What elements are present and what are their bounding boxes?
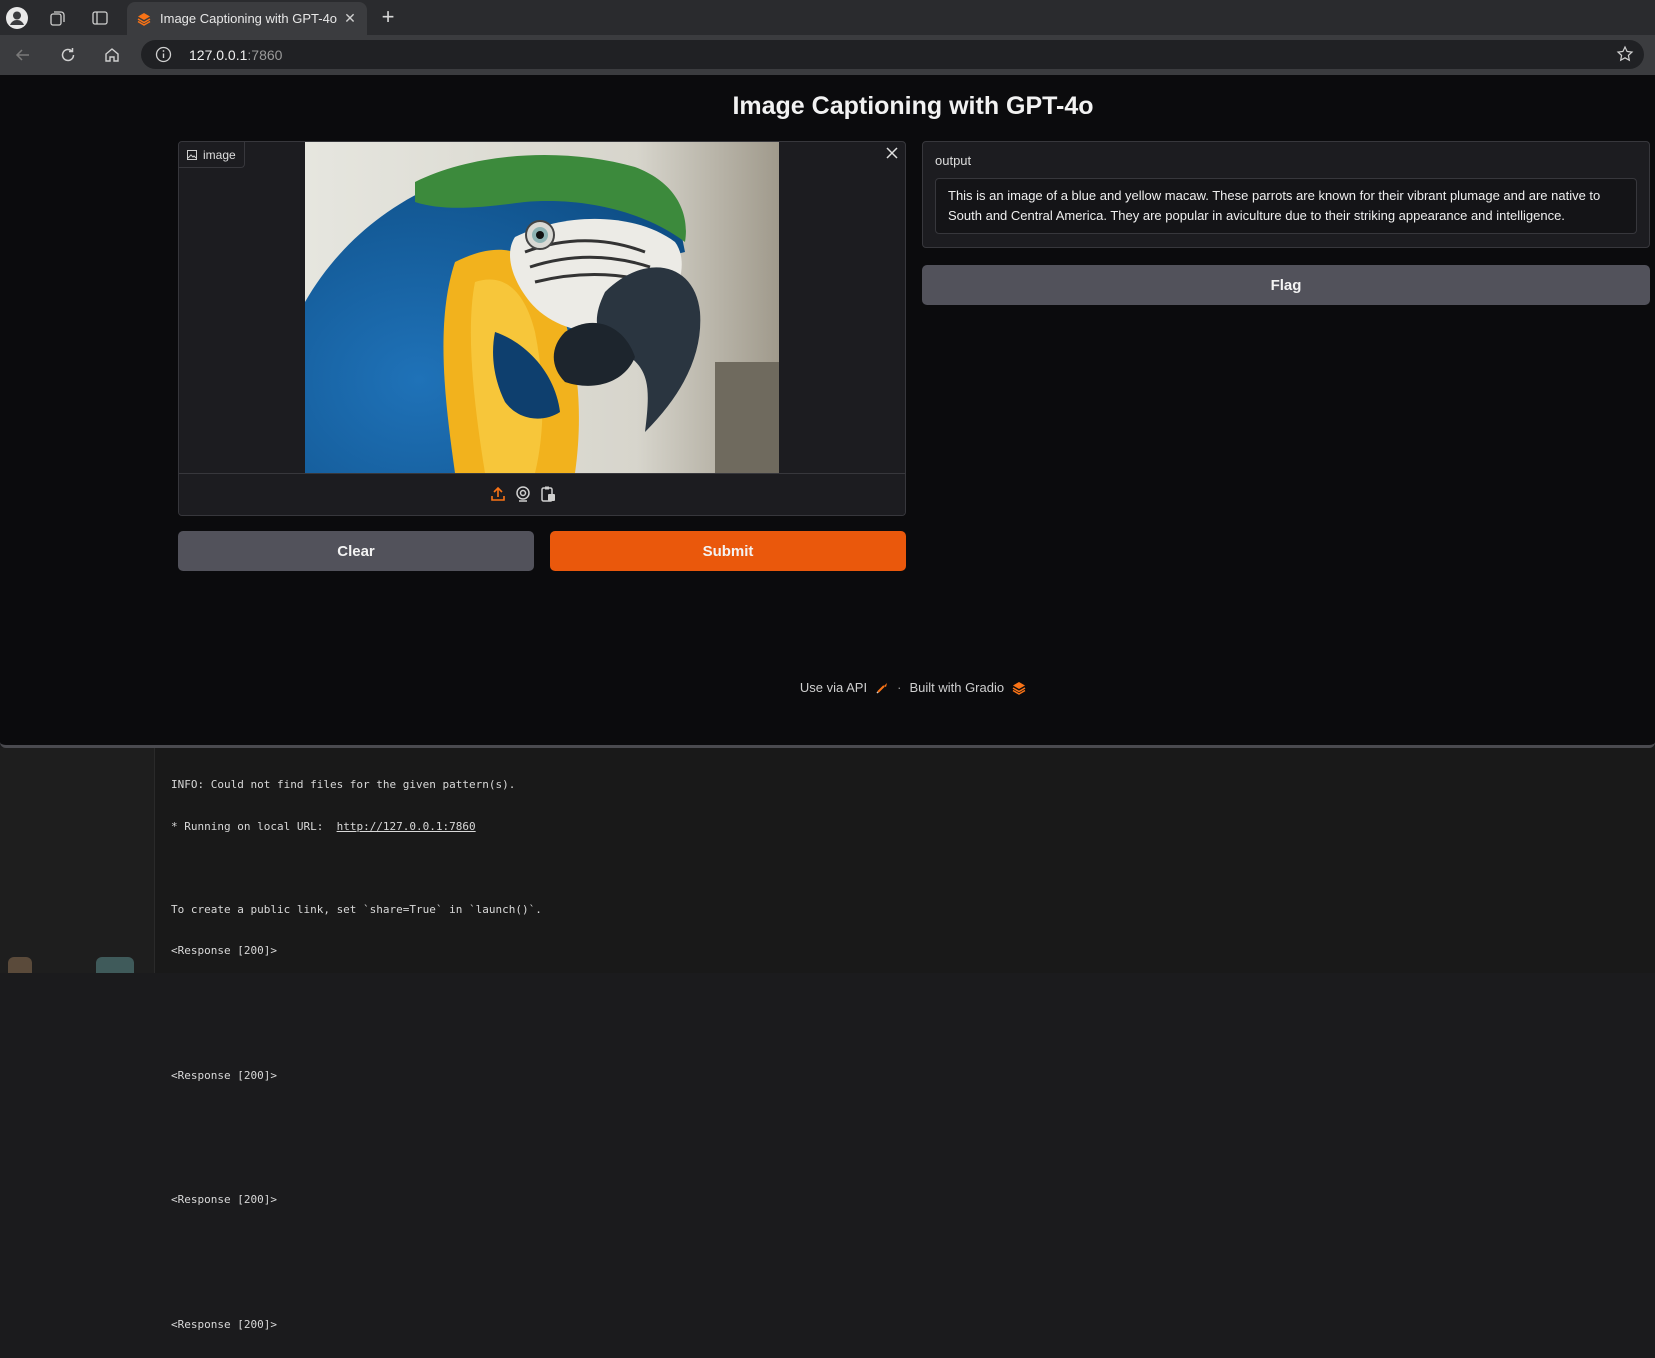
collections-icon[interactable]: [46, 6, 70, 30]
rocket-icon: [876, 682, 888, 694]
browser-tab-active[interactable]: Image Captioning with GPT-4o ✕: [127, 2, 367, 35]
image-input-panel[interactable]: image: [178, 141, 906, 516]
upload-icon[interactable]: [489, 485, 507, 503]
terminal-line: <Response [200]>: [171, 1317, 277, 1331]
terminal-url-link[interactable]: http://127.0.0.1:7860: [337, 820, 476, 833]
image-icon: [187, 149, 197, 160]
terminal-line: INFO: Could not find files for the given…: [171, 778, 516, 791]
built-with-gradio-link[interactable]: Built with Gradio: [909, 680, 1004, 695]
tab-actions-icon[interactable]: [88, 6, 112, 30]
macaw-image: [305, 142, 779, 473]
favorite-star-icon[interactable]: [1616, 45, 1634, 63]
page-title: Image Captioning with GPT-4o: [732, 92, 1094, 120]
clear-button[interactable]: Clear: [178, 531, 534, 571]
browser-tab-bar: Image Captioning with GPT-4o ✕ +: [0, 0, 1655, 35]
footer: Use via API · Built with Gradio: [0, 680, 1655, 695]
output-text: This is an image of a blue and yellow ma…: [948, 188, 1601, 223]
submit-button[interactable]: Submit: [550, 531, 906, 571]
thumbnail-image: [96, 957, 134, 973]
gradio-logo-icon: [1012, 681, 1026, 695]
profile-icon[interactable]: [5, 6, 29, 30]
webcam-icon[interactable]: [514, 485, 532, 503]
terminal-line: <Response [200]>: [171, 1193, 277, 1206]
image-source-toolbar: [179, 473, 905, 515]
address-url: 127.0.0.1:7860: [189, 47, 283, 63]
close-icon[interactable]: ✕: [341, 9, 359, 27]
output-panel: output This is an image of a blue and ye…: [922, 141, 1650, 248]
info-icon[interactable]: [155, 46, 172, 63]
clipboard-icon[interactable]: [539, 485, 557, 503]
remove-image-icon[interactable]: [883, 144, 901, 162]
terminal-panel: INFO: Could not find files for the given…: [0, 748, 1655, 1331]
terminal-line: * Running on local URL: http://127.0.0.1…: [171, 819, 476, 833]
refresh-icon[interactable]: [56, 43, 80, 67]
image-label: image: [179, 142, 245, 168]
browser-nav-bar: 127.0.0.1:7860: [0, 35, 1655, 75]
terminal-sidebar: [0, 748, 155, 973]
home-icon[interactable]: [100, 43, 124, 67]
gradio-favicon-icon: [137, 13, 151, 26]
terminal-output: INFO: Could not find files for the given…: [171, 751, 542, 1358]
tab-title: Image Captioning with GPT-4o: [160, 11, 338, 26]
output-textbox[interactable]: This is an image of a blue and yellow ma…: [935, 178, 1637, 234]
gradio-app: Image Captioning with GPT-4o image Clear…: [0, 75, 1655, 748]
back-icon[interactable]: [11, 43, 35, 67]
use-via-api-link[interactable]: Use via API: [800, 680, 867, 695]
address-bar[interactable]: 127.0.0.1:7860: [141, 40, 1644, 69]
thumbnail-image: [8, 957, 32, 973]
terminal-line: <Response [200]>: [171, 944, 277, 957]
terminal-line: To create a public link, set `share=True…: [171, 902, 542, 916]
output-label: output: [935, 153, 972, 168]
terminal-line: <Response [200]>: [171, 1068, 277, 1082]
flag-button[interactable]: Flag: [922, 265, 1650, 305]
new-tab-icon[interactable]: +: [376, 6, 400, 30]
footer-separator: ·: [897, 680, 902, 695]
